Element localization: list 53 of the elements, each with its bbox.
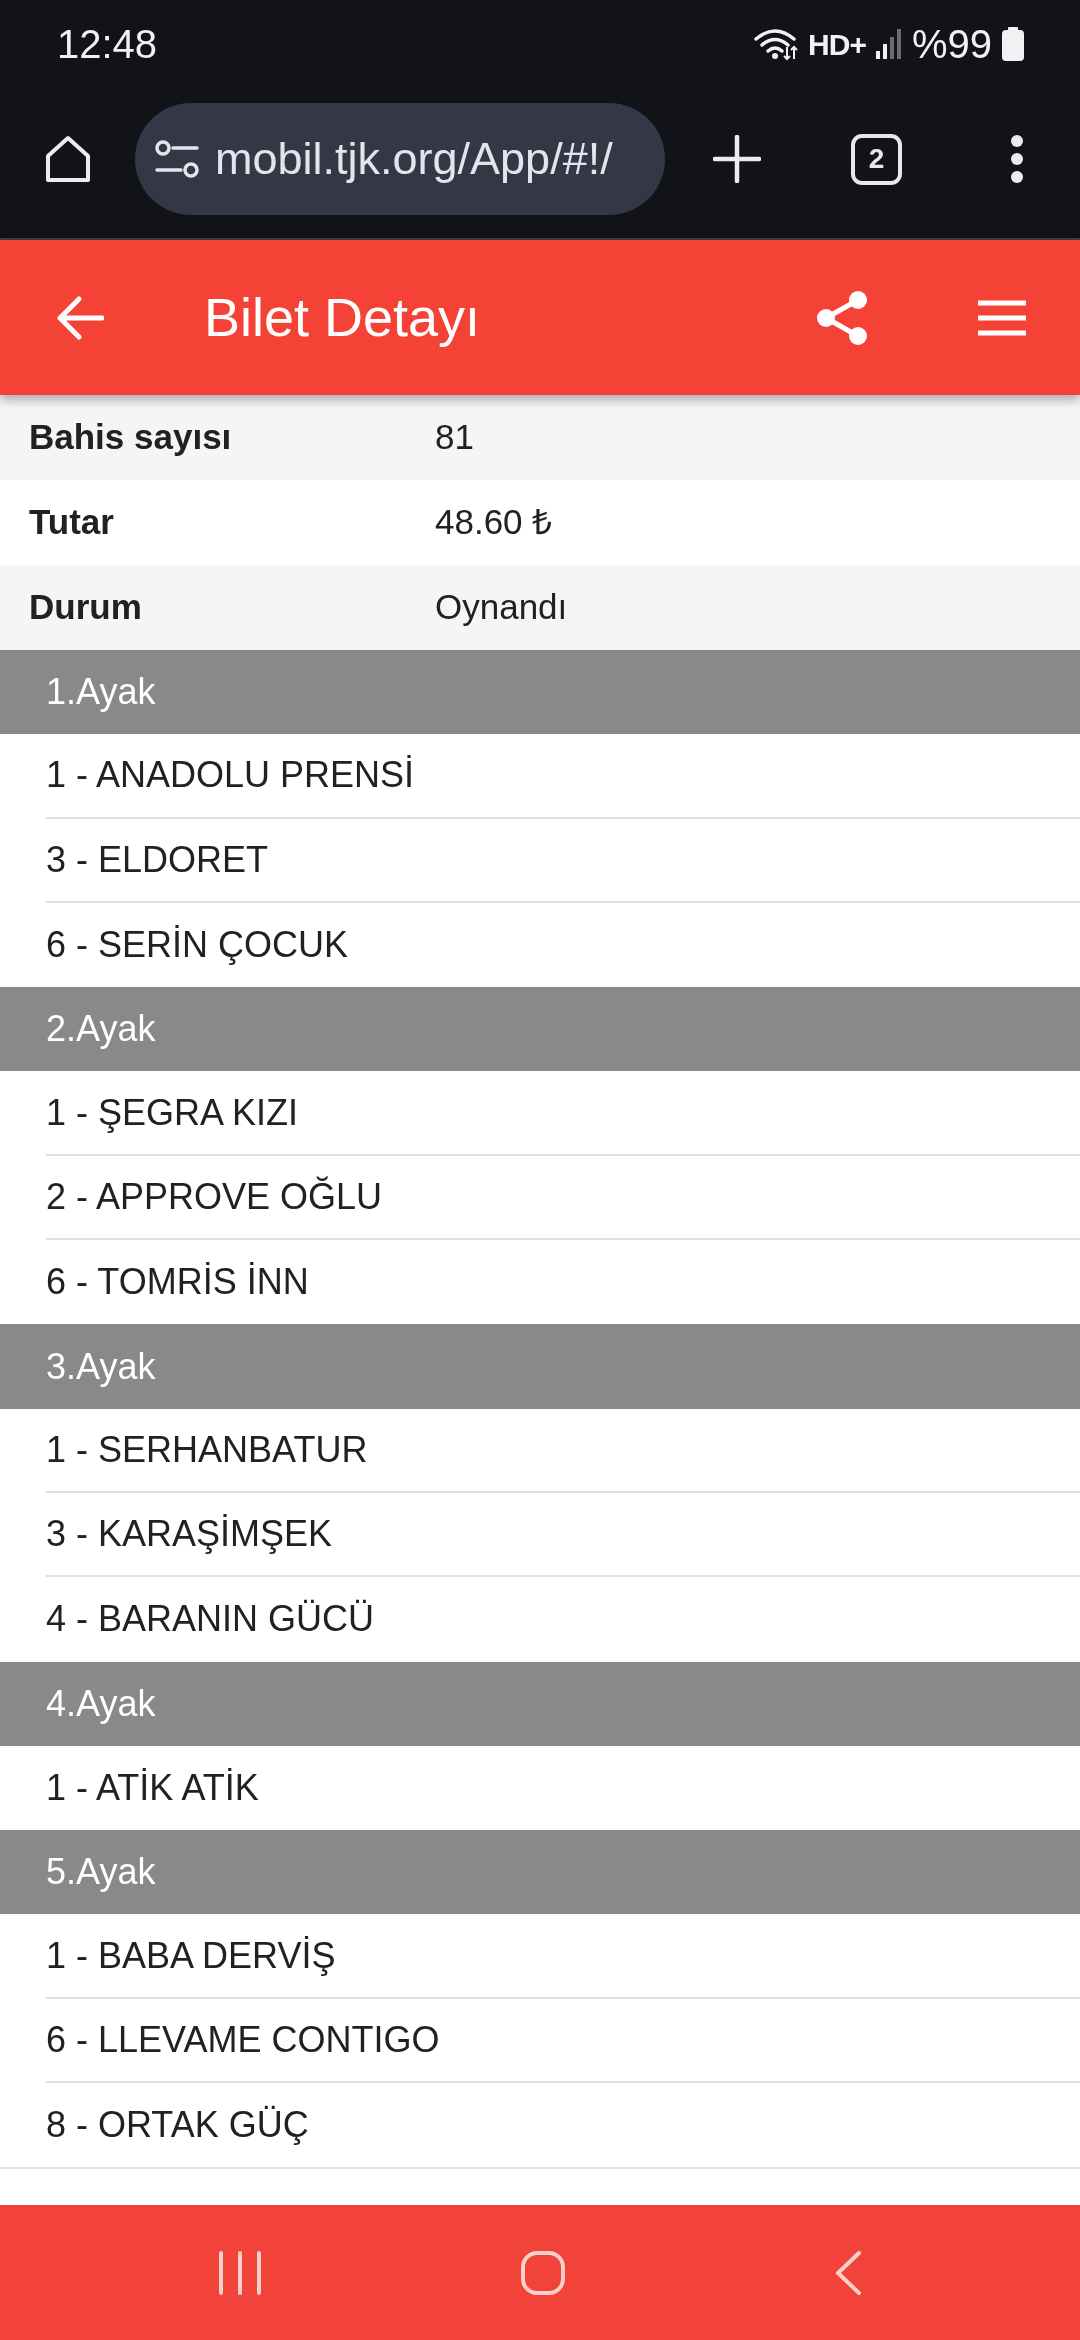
hd-voice-indicator: HD+ xyxy=(808,26,866,63)
runner-entry: 1 - SERHANBATUR xyxy=(46,1408,1080,1493)
leg-header: 4.Ayak xyxy=(0,1661,1080,1746)
detail-label: Tutar xyxy=(29,501,115,544)
menu-icon xyxy=(976,299,1028,336)
runner-entry: 1 - BABA DERVİŞ xyxy=(46,1914,1080,1999)
recent-apps-button[interactable] xyxy=(218,2249,262,2296)
runner-entry: 1 - ANADOLU PRENSİ xyxy=(46,734,1080,819)
menu-button[interactable] xyxy=(976,299,1028,336)
signal-icon xyxy=(875,29,902,59)
back-arrow-icon xyxy=(56,295,104,340)
wifi-icon xyxy=(754,27,799,61)
battery-percent: %99 xyxy=(911,21,992,68)
detail-value: 81 xyxy=(435,416,474,459)
share-button[interactable] xyxy=(816,289,868,346)
home-nav-button[interactable] xyxy=(520,2249,566,2296)
back-button[interactable] xyxy=(56,295,104,340)
home-nav-icon xyxy=(520,2249,566,2296)
detail-value: 48.60 ₺ xyxy=(435,501,553,544)
battery-icon xyxy=(1002,27,1024,61)
more-icon xyxy=(1010,134,1024,184)
detail-value: Oynandı xyxy=(435,586,568,629)
runner-entry: 6 - TOMRİS İNN xyxy=(46,1260,310,1305)
home-icon xyxy=(43,134,93,184)
url-text: mobil.tjk.org/App/#!/ xyxy=(215,132,613,187)
clock-time: 12:48 xyxy=(57,21,158,68)
runner-entry: 8 - ORTAK GÜÇ xyxy=(46,2103,310,2148)
page-title: Bilet Detayı xyxy=(204,286,481,349)
detail-label: Durum xyxy=(29,586,143,629)
runner-entry: 4 - BARANIN GÜCÜ xyxy=(46,1597,376,1642)
back-chevron-icon xyxy=(834,2249,862,2296)
tab-switcher-button[interactable]: 2 xyxy=(851,133,902,185)
leg-header: 3.Ayak xyxy=(0,1324,1080,1409)
leg-header: 1.Ayak xyxy=(0,650,1080,735)
runner-entry: 6 - SERİN ÇOCUK xyxy=(46,923,350,968)
new-tab-button[interactable] xyxy=(713,135,761,183)
runner-entry: 3 - ELDORET xyxy=(46,818,1080,903)
share-icon xyxy=(816,289,868,346)
plus-icon xyxy=(713,135,761,183)
runner-entry: 3 - KARAŞİMŞEK xyxy=(46,1492,1080,1578)
runner-entry: 1 - ATİK ATİK xyxy=(46,1766,260,1810)
recents-icon xyxy=(218,2249,262,2296)
leg-header: 5.Ayak xyxy=(0,1830,1080,1915)
back-nav-button[interactable] xyxy=(834,2249,862,2296)
leg-header: 2.Ayak xyxy=(0,987,1080,1072)
detail-label: Bahis sayısı xyxy=(29,416,233,459)
runner-entry: 1 - ŞEGRA KIZI xyxy=(46,1071,1080,1156)
site-settings-icon xyxy=(155,140,199,178)
more-options-button[interactable] xyxy=(1010,134,1024,184)
runner-entry: 2 - APPROVE OĞLU xyxy=(46,1155,1080,1241)
home-button[interactable] xyxy=(43,134,93,184)
address-bar[interactable]: mobil.tjk.org/App/#!/ xyxy=(135,103,665,215)
runner-entry: 6 - LLEVAME CONTIGO xyxy=(46,1998,1080,2084)
